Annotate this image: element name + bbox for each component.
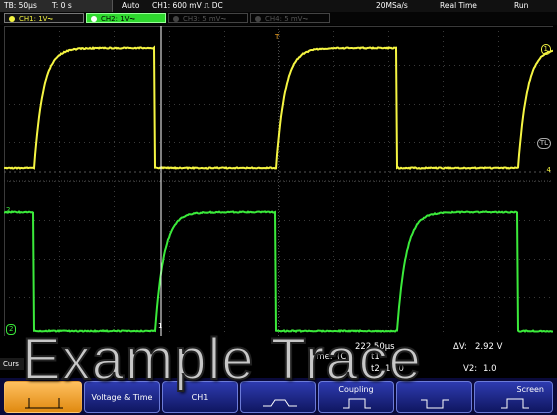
readout-dv-label: ΔV: <box>453 342 467 352</box>
ch1-indicator-icon <box>9 16 15 22</box>
sample-rate: 20MSa/s <box>376 0 408 12</box>
softkey-source-label: CH1 <box>163 393 237 402</box>
channel-tabs: CH1: 1V⏦ CH2: 1V⏦ CH3: 5 mV⏦ CH4: 5 mV⏦ <box>0 12 557 25</box>
waveform-svg <box>4 26 553 336</box>
readout-dv-value: 2.92 V <box>475 342 502 352</box>
cursors-menu-tab[interactable]: Curs <box>0 358 24 370</box>
tab-ch3[interactable]: CH3: 5 mV⏦ <box>168 13 248 23</box>
tab-ch1-label: CH1: 1V⏦ <box>19 15 53 23</box>
trigger-mode[interactable]: Auto <box>122 0 139 12</box>
ch3-indicator-icon <box>173 16 179 22</box>
tab-ch4-label: CH4: 5 mV⏦ <box>265 15 308 23</box>
softkey-screen-label: Screen <box>475 385 552 394</box>
readout-v2-label: V2: <box>463 364 477 374</box>
ch1-level-marker[interactable]: 4 <box>547 166 551 175</box>
ch1-marker-right[interactable]: 1 <box>541 44 551 55</box>
ch2-indicator-icon <box>91 16 97 22</box>
tab-ch2[interactable]: CH2: 1V⏦ <box>86 13 166 23</box>
ch2-zero-marker[interactable]: 2 <box>6 206 10 215</box>
waveform-icon <box>241 396 317 410</box>
pulse-icon <box>397 396 473 410</box>
pulse-icon <box>319 396 395 410</box>
run-state[interactable]: Run <box>514 0 528 12</box>
trigger-position-marker[interactable]: T <box>275 33 279 42</box>
trigger-info[interactable]: CH1: 600 mV ⎍ DC <box>152 0 223 12</box>
tab-ch4[interactable]: CH4: 5 mV⏦ <box>250 13 330 23</box>
graticule <box>4 26 553 336</box>
softkey-voltage-time-label: Voltage & Time <box>85 393 159 402</box>
acquisition-mode[interactable]: Real Time <box>440 0 477 12</box>
cursor-type-icon <box>5 396 83 410</box>
pulse-icon <box>475 396 554 410</box>
tab-ch2-label: CH2: 1V⏦ <box>101 15 135 23</box>
tab-ch1[interactable]: CH1: 1V⏦ <box>4 13 84 23</box>
trigger-level-marker[interactable]: TL <box>537 138 551 149</box>
timebase-value: TB: 50µs <box>4 0 37 12</box>
status-bar: TB: 50µs T: 0 s Auto CH1: 600 mV ⎍ DC 20… <box>0 0 557 12</box>
trigger-time-value: T: 0 s <box>52 0 72 12</box>
waveform-display[interactable]: 1 4 TL T 1 2 2 <box>4 26 553 336</box>
softkey-screen[interactable]: Screen <box>474 381 553 413</box>
ch4-indicator-icon <box>255 16 261 22</box>
traces <box>4 47 553 331</box>
readout-v2-value: 1.0 <box>483 364 497 374</box>
ch2-trace <box>4 211 553 331</box>
ch2-ground-marker[interactable]: 2 <box>6 324 16 335</box>
tab-ch3-label: CH3: 5 mV⏦ <box>183 15 226 23</box>
example-trace-overlay: Example Trace <box>22 330 422 390</box>
